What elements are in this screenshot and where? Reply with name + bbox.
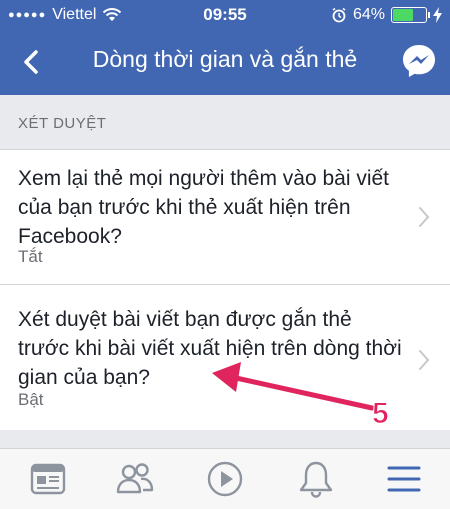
tab-bar — [0, 448, 450, 509]
back-button[interactable] — [14, 44, 50, 80]
battery-info: 64% — [331, 6, 442, 24]
status-bar: ●●●●● Viettel 09:55 64% — [0, 0, 450, 30]
tab-friends[interactable] — [115, 459, 155, 499]
setting-review-tags[interactable]: Xem lại thẻ mọi người thêm vào bài viết … — [0, 150, 450, 285]
charging-icon — [433, 7, 442, 23]
news-feed-icon — [30, 463, 66, 495]
video-icon — [207, 461, 243, 497]
messenger-button[interactable] — [400, 42, 438, 80]
annotation-step-number: 5 — [372, 397, 390, 431]
battery-percent: 64% — [352, 6, 385, 23]
section-spacer — [0, 430, 450, 448]
notifications-icon — [299, 461, 333, 498]
setting-title: Xét duyệt bài viết bạn được gắn thẻ trướ… — [18, 308, 402, 389]
chevron-right-icon — [419, 207, 430, 227]
chevron-right-icon — [419, 350, 430, 370]
messenger-icon — [403, 45, 435, 77]
navigation-bar: Dòng thời gian và gắn thẻ — [0, 30, 450, 95]
menu-icon — [387, 466, 421, 492]
section-header: XÉT DUYỆT — [0, 95, 450, 150]
page-title: Dòng thời gian và gắn thẻ — [92, 46, 358, 72]
battery-icon — [391, 7, 430, 23]
section-header-label: XÉT DUYỆT — [18, 115, 107, 132]
tab-video[interactable] — [205, 459, 245, 499]
tab-news-feed[interactable] — [28, 459, 68, 499]
battery-fill — [393, 9, 413, 21]
chevron-left-icon — [24, 50, 38, 74]
header: ●●●●● Viettel 09:55 64% Dòng thời gian v… — [0, 0, 450, 95]
tab-notifications[interactable] — [296, 459, 336, 499]
setting-value: Bật — [18, 390, 44, 409]
setting-value: Tắt — [18, 247, 43, 266]
alarm-icon — [332, 7, 346, 23]
tab-menu[interactable] — [384, 459, 424, 499]
friends-icon — [116, 463, 154, 494]
setting-title: Xem lại thẻ mọi người thêm vào bài viết … — [18, 167, 389, 248]
